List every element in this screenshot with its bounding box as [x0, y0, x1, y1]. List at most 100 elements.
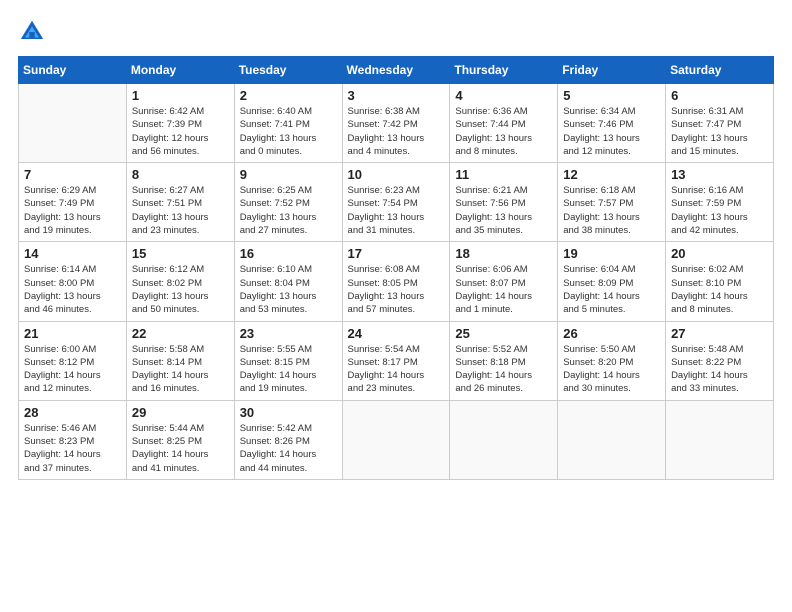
day-info: Sunrise: 6:10 AM Sunset: 8:04 PM Dayligh…: [240, 263, 338, 316]
calendar-cell: 2 Sunrise: 6:40 AM Sunset: 7:41 PM Daylig…: [234, 84, 342, 163]
day-info: Sunrise: 5:54 AM Sunset: 8:17 PM Dayligh…: [348, 343, 446, 396]
day-info: Sunrise: 6:14 AM Sunset: 8:00 PM Dayligh…: [24, 263, 122, 316]
day-number: 3: [348, 88, 446, 103]
day-number: 25: [455, 326, 553, 341]
calendar-cell: 25 Sunrise: 5:52 AM Sunset: 8:18 PM Dayli…: [450, 321, 558, 400]
calendar-week-row: 14 Sunrise: 6:14 AM Sunset: 8:00 PM Dayli…: [19, 242, 774, 321]
day-number: 11: [455, 167, 553, 182]
weekday-header-monday: Monday: [126, 57, 234, 84]
calendar-cell: 1 Sunrise: 6:42 AM Sunset: 7:39 PM Daylig…: [126, 84, 234, 163]
calendar-week-row: 7 Sunrise: 6:29 AM Sunset: 7:49 PM Daylig…: [19, 163, 774, 242]
calendar-cell: 21 Sunrise: 6:00 AM Sunset: 8:12 PM Dayli…: [19, 321, 127, 400]
day-number: 28: [24, 405, 122, 420]
day-info: Sunrise: 5:52 AM Sunset: 8:18 PM Dayligh…: [455, 343, 553, 396]
weekday-header-sunday: Sunday: [19, 57, 127, 84]
day-number: 29: [132, 405, 230, 420]
day-number: 30: [240, 405, 338, 420]
calendar-cell: [558, 400, 666, 479]
day-info: Sunrise: 6:29 AM Sunset: 7:49 PM Dayligh…: [24, 184, 122, 237]
logo-icon: [18, 18, 46, 46]
day-number: 22: [132, 326, 230, 341]
calendar-cell: 24 Sunrise: 5:54 AM Sunset: 8:17 PM Dayli…: [342, 321, 450, 400]
day-number: 1: [132, 88, 230, 103]
calendar-cell: 28 Sunrise: 5:46 AM Sunset: 8:23 PM Dayli…: [19, 400, 127, 479]
day-info: Sunrise: 5:48 AM Sunset: 8:22 PM Dayligh…: [671, 343, 769, 396]
day-info: Sunrise: 6:02 AM Sunset: 8:10 PM Dayligh…: [671, 263, 769, 316]
calendar-cell: 26 Sunrise: 5:50 AM Sunset: 8:20 PM Dayli…: [558, 321, 666, 400]
day-info: Sunrise: 5:42 AM Sunset: 8:26 PM Dayligh…: [240, 422, 338, 475]
day-info: Sunrise: 5:44 AM Sunset: 8:25 PM Dayligh…: [132, 422, 230, 475]
day-number: 2: [240, 88, 338, 103]
calendar-cell: 15Sunrise: 6:12 AM Sunset: 8:02 PM Dayli…: [126, 242, 234, 321]
calendar-cell: 13 Sunrise: 6:16 AM Sunset: 7:59 PM Dayli…: [666, 163, 774, 242]
header: [18, 18, 774, 46]
calendar-week-row: 21 Sunrise: 6:00 AM Sunset: 8:12 PM Dayli…: [19, 321, 774, 400]
day-number: 6: [671, 88, 769, 103]
day-number: 12: [563, 167, 661, 182]
day-info: Sunrise: 6:04 AM Sunset: 8:09 PM Dayligh…: [563, 263, 661, 316]
weekday-header-saturday: Saturday: [666, 57, 774, 84]
calendar-cell: [666, 400, 774, 479]
day-number: 9: [240, 167, 338, 182]
calendar-week-row: 28 Sunrise: 5:46 AM Sunset: 8:23 PM Dayli…: [19, 400, 774, 479]
day-number: 17: [348, 246, 446, 261]
day-number: 16: [240, 246, 338, 261]
day-info: Sunrise: 5:50 AM Sunset: 8:20 PM Dayligh…: [563, 343, 661, 396]
calendar-cell: 3 Sunrise: 6:38 AM Sunset: 7:42 PM Daylig…: [342, 84, 450, 163]
weekday-header-wednesday: Wednesday: [342, 57, 450, 84]
day-number: 13: [671, 167, 769, 182]
calendar-cell: 29 Sunrise: 5:44 AM Sunset: 8:25 PM Dayli…: [126, 400, 234, 479]
calendar-cell: 7 Sunrise: 6:29 AM Sunset: 7:49 PM Daylig…: [19, 163, 127, 242]
day-info: Sunrise: 6:18 AM Sunset: 7:57 PM Dayligh…: [563, 184, 661, 237]
calendar-cell: 30 Sunrise: 5:42 AM Sunset: 8:26 PM Dayli…: [234, 400, 342, 479]
calendar-cell: 9 Sunrise: 6:25 AM Sunset: 7:52 PM Daylig…: [234, 163, 342, 242]
day-info: Sunrise: 6:38 AM Sunset: 7:42 PM Dayligh…: [348, 105, 446, 158]
day-info: Sunrise: 6:21 AM Sunset: 7:56 PM Dayligh…: [455, 184, 553, 237]
day-number: 26: [563, 326, 661, 341]
day-number: 4: [455, 88, 553, 103]
day-number: 7: [24, 167, 122, 182]
calendar-cell: 16 Sunrise: 6:10 AM Sunset: 8:04 PM Dayli…: [234, 242, 342, 321]
day-info: Sunrise: 6:34 AM Sunset: 7:46 PM Dayligh…: [563, 105, 661, 158]
day-info: Sunrise: 6:40 AM Sunset: 7:41 PM Dayligh…: [240, 105, 338, 158]
day-info: Sunrise: 5:55 AM Sunset: 8:15 PM Dayligh…: [240, 343, 338, 396]
day-number: 8: [132, 167, 230, 182]
calendar-cell: 14 Sunrise: 6:14 AM Sunset: 8:00 PM Dayli…: [19, 242, 127, 321]
calendar-cell: 20 Sunrise: 6:02 AM Sunset: 8:10 PM Dayli…: [666, 242, 774, 321]
day-info: Sunrise: 6:23 AM Sunset: 7:54 PM Dayligh…: [348, 184, 446, 237]
day-number: 20: [671, 246, 769, 261]
day-number: 21: [24, 326, 122, 341]
calendar-cell: 6 Sunrise: 6:31 AM Sunset: 7:47 PM Daylig…: [666, 84, 774, 163]
day-number: 18: [455, 246, 553, 261]
calendar-cell: [342, 400, 450, 479]
calendar-cell: 19 Sunrise: 6:04 AM Sunset: 8:09 PM Dayli…: [558, 242, 666, 321]
weekday-header-friday: Friday: [558, 57, 666, 84]
day-info: Sunrise: 6:42 AM Sunset: 7:39 PM Dayligh…: [132, 105, 230, 158]
day-number: 27: [671, 326, 769, 341]
calendar-week-row: 1 Sunrise: 6:42 AM Sunset: 7:39 PM Daylig…: [19, 84, 774, 163]
calendar-cell: 22 Sunrise: 5:58 AM Sunset: 8:14 PM Dayli…: [126, 321, 234, 400]
day-number: 14: [24, 246, 122, 261]
day-number: 24: [348, 326, 446, 341]
page: SundayMondayTuesdayWednesdayThursdayFrid…: [0, 0, 792, 612]
day-info: Sunrise: 6:31 AM Sunset: 7:47 PM Dayligh…: [671, 105, 769, 158]
day-number: 19: [563, 246, 661, 261]
calendar-table: SundayMondayTuesdayWednesdayThursdayFrid…: [18, 56, 774, 480]
day-info: Sunrise: 6:00 AM Sunset: 8:12 PM Dayligh…: [24, 343, 122, 396]
day-info: Sunrise: 6:12 AM Sunset: 8:02 PM Dayligh…: [132, 263, 230, 316]
calendar-cell: [450, 400, 558, 479]
calendar-cell: 8Sunrise: 6:27 AM Sunset: 7:51 PM Daylig…: [126, 163, 234, 242]
day-info: Sunrise: 5:46 AM Sunset: 8:23 PM Dayligh…: [24, 422, 122, 475]
calendar-cell: 10Sunrise: 6:23 AM Sunset: 7:54 PM Dayli…: [342, 163, 450, 242]
weekday-row: SundayMondayTuesdayWednesdayThursdayFrid…: [19, 57, 774, 84]
calendar-cell: 23Sunrise: 5:55 AM Sunset: 8:15 PM Dayli…: [234, 321, 342, 400]
day-info: Sunrise: 6:36 AM Sunset: 7:44 PM Dayligh…: [455, 105, 553, 158]
weekday-header-thursday: Thursday: [450, 57, 558, 84]
day-info: Sunrise: 5:58 AM Sunset: 8:14 PM Dayligh…: [132, 343, 230, 396]
calendar-cell: 17Sunrise: 6:08 AM Sunset: 8:05 PM Dayli…: [342, 242, 450, 321]
day-info: Sunrise: 6:25 AM Sunset: 7:52 PM Dayligh…: [240, 184, 338, 237]
calendar-cell: 11 Sunrise: 6:21 AM Sunset: 7:56 PM Dayli…: [450, 163, 558, 242]
weekday-header-tuesday: Tuesday: [234, 57, 342, 84]
calendar-cell: 4 Sunrise: 6:36 AM Sunset: 7:44 PM Daylig…: [450, 84, 558, 163]
day-info: Sunrise: 6:16 AM Sunset: 7:59 PM Dayligh…: [671, 184, 769, 237]
